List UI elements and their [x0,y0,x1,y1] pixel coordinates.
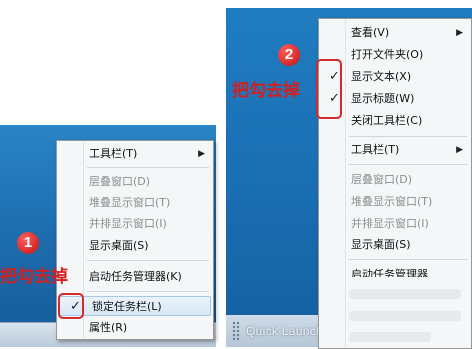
menu-item-label: 关闭工具栏(C) [351,114,423,127]
menu-item-label: 显示桌面(S) [89,239,149,252]
menu-item-properties[interactable]: 属性(R) [57,318,213,338]
menu-item-label: 查看(V) [351,26,390,39]
menu-item-label: 启动任务管理器(K) [89,270,182,283]
menu-item-cascade-windows[interactable]: 层叠窗口(D) [319,170,471,190]
menu-item-label: 打开文件夹(O) [351,48,424,61]
menu-item-label: 堆叠显示窗口(T) [351,195,433,208]
menu-item-label: 层叠窗口(D) [89,175,151,188]
menu-separator [349,164,467,165]
menu-separator [349,259,467,260]
menu-item-side-by-side[interactable]: 并排显示窗口(I) [57,214,213,234]
menu-item-toolbars[interactable]: 工具栏(T) ▶ [319,140,471,160]
menu-item-label: 堆叠显示窗口(T) [89,196,171,209]
menu-item-label: 锁定任务栏(L) [92,300,162,313]
step-badge-2: 2 [278,44,300,66]
quick-launch-label: Quick Launch [246,324,323,338]
triangle-right-icon: ▶ [456,145,463,155]
right-check-highlight-box [316,59,342,119]
right-instruction-note: 把勾去掉 [232,81,300,101]
menu-item-side-by-side[interactable]: 并排显示窗口(I) [319,214,471,234]
menu-separator [87,260,209,261]
blurred-menu-item [349,289,461,299]
left-instruction-note: 把勾去掉 [0,267,68,287]
menu-item-label: 工具栏(T) [89,147,138,160]
menu-item-view[interactable]: 查看(V) ▶ [319,23,471,43]
menu-item-label: 层叠窗口(D) [351,173,413,186]
menu-item-task-manager[interactable]: 启动任务管理器(K) [57,267,213,287]
menu-item-label: 显示标题(W) [351,92,415,105]
menu-separator [87,167,209,168]
menu-item-show-desktop[interactable]: 显示桌面(S) [319,235,471,255]
taskbar-grip-handle[interactable] [232,321,240,341]
menu-item-show-desktop[interactable]: 显示桌面(S) [57,236,213,256]
menu-item-label: 启动任务管理器 [351,268,428,277]
menu-item-task-manager[interactable]: 启动任务管理器 [319,265,471,277]
menu-item-label: 显示文本(X) [351,70,412,83]
step-badge-1: 1 [17,232,39,254]
menu-item-label: 工具栏(T) [351,143,400,156]
menu-item-label: 并排显示窗口(I) [89,217,167,230]
left-check-highlight-box [58,293,84,319]
triangle-right-icon: ▶ [198,149,205,159]
menu-separator [87,291,209,292]
triangle-right-icon: ▶ [456,28,463,38]
menu-item-stack-windows[interactable]: 堆叠显示窗口(T) [57,193,213,213]
menu-item-cascade-windows[interactable]: 层叠窗口(D) [57,172,213,192]
menu-item-toolbars[interactable]: 工具栏(T) ▶ [57,144,213,164]
blurred-menu-item [349,332,431,342]
menu-item-label: 显示桌面(S) [351,238,411,251]
menu-item-label: 并排显示窗口(I) [351,217,429,230]
menu-separator [349,136,467,137]
menu-item-stack-windows[interactable]: 堆叠显示窗口(T) [319,192,471,212]
blurred-menu-item [349,311,461,321]
menu-item-label: 属性(R) [89,321,128,334]
